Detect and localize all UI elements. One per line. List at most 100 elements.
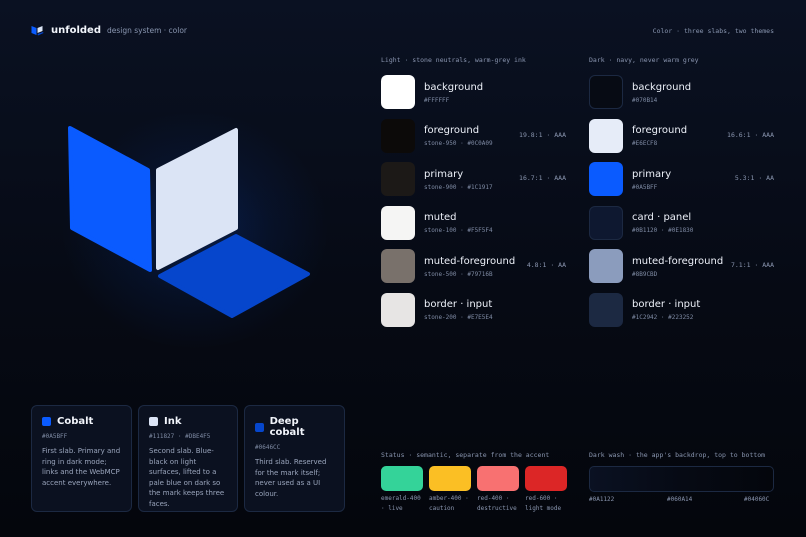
- token-text: foreground stone-950 · #0C0A09: [424, 124, 493, 147]
- token-name: foreground: [424, 125, 480, 136]
- token-name: primary: [632, 168, 672, 180]
- card-title: Ink: [164, 416, 182, 427]
- wash-stop-label: #0A1122: [589, 496, 615, 503]
- token-name: background: [424, 81, 484, 93]
- color-token-row: border · input stone-200 · #E7E5E4: [381, 292, 566, 327]
- cobalt-slab: [68, 126, 152, 272]
- token-code: #0B1120 · #0E1830: [632, 227, 694, 234]
- color-token-row: primary #0A5BFF 5.3:1 · AA: [589, 162, 774, 196]
- card-code: #0646CC: [255, 444, 281, 451]
- status-label: amber-400 · caution: [429, 495, 469, 512]
- card-code: #0A5BFF: [42, 433, 68, 440]
- color-swatch: [381, 205, 415, 240]
- token-code: #0A5BFF: [632, 183, 658, 191]
- dark-wash-gradient: [589, 466, 774, 492]
- color-swatch: [381, 118, 415, 153]
- brand: unfolded design system · color: [31, 24, 187, 37]
- cobalt-swatch-dot: [42, 417, 51, 426]
- card-deep-cobalt: Deep cobalt #0646CC Third slab. Reserved…: [244, 405, 345, 512]
- token-code: #FFFFFF: [424, 96, 450, 104]
- token-text: background #070B14: [632, 81, 691, 104]
- contrast-ratio: 4.8:1 · AA: [526, 261, 566, 269]
- token-code: stone-950 · #0C0A09: [424, 140, 493, 147]
- contrast-ratio: 19.8:1 · AAA: [519, 130, 566, 139]
- status-swatch-red-600: [525, 466, 567, 491]
- dark-column-title: Dark · navy, never warm grey: [589, 56, 699, 64]
- ink-swatch-dot: [149, 417, 158, 426]
- token-name: primary: [424, 168, 464, 180]
- token-text: primary stone-900 · #1C1917: [424, 168, 493, 191]
- wash-stop-label: #060A14: [667, 496, 693, 503]
- status-label: red-400 · destructive: [477, 495, 517, 512]
- color-token-row: background #FFFFFF: [381, 75, 566, 109]
- status-label: red-600 · light mode: [525, 495, 562, 512]
- token-name: card · panel: [632, 212, 692, 223]
- light-column-title: Light · stone neutrals, warm-grey ink: [381, 56, 526, 64]
- token-code: #E6ECF8: [632, 140, 658, 147]
- wash-title: Dark wash · the app's backdrop, top to b…: [589, 451, 766, 459]
- contrast-ratio: 7.1:1 · AAA: [730, 261, 774, 269]
- card-description: First slab. Primary and ring in dark mod…: [42, 447, 121, 487]
- status-swatch-emerald: [381, 466, 423, 491]
- unfolded-hero-mark: [68, 126, 310, 318]
- token-name: border · input: [424, 299, 493, 310]
- card-cobalt: Cobalt #0A5BFF First slab. Primary and r…: [31, 405, 132, 512]
- card-ink: Ink #111827 · #DBE4F5 Second slab. Blue-…: [138, 405, 238, 512]
- contrast-ratio: 5.3:1 · AA: [734, 174, 774, 182]
- status-title: Status · semantic, separate from the acc…: [381, 451, 550, 459]
- unfolded-logo-icon: [31, 26, 44, 36]
- color-token-row: muted-foreground #8B9CBD 7.1:1 · AAA: [589, 249, 774, 283]
- contrast-ratio: 16.7:1 · AAA: [519, 174, 566, 182]
- color-token-row: foreground #E6ECF8 16.6:1 · AAA: [589, 118, 774, 153]
- token-name: border · input: [632, 299, 701, 310]
- token-text: border · input stone-200 · #E7E5E4: [424, 298, 493, 321]
- token-code: stone-200 · #E7E5E4: [424, 314, 493, 321]
- card-code: #111827 · #DBE4F5: [149, 433, 211, 440]
- token-code: #8B9CBD: [632, 270, 658, 278]
- status-label: emerald-400 · live: [381, 495, 421, 512]
- page-caption: Color · three slabs, two themes: [652, 27, 774, 35]
- token-text: primary #0A5BFF: [632, 168, 671, 191]
- token-text: border · input #1C2942 · #223252: [632, 298, 700, 321]
- token-code: stone-900 · #1C1917: [424, 183, 493, 191]
- color-swatch: [589, 292, 623, 327]
- color-token-row: primary stone-900 · #1C1917 16.7:1 · AAA: [381, 162, 566, 196]
- token-name: muted-foreground: [632, 255, 724, 267]
- token-code: #1C2942 · #223252: [632, 314, 694, 321]
- brand-name: unfolded: [51, 25, 101, 36]
- color-token-row: card · panel #0B1120 · #0E1830: [589, 205, 774, 240]
- color-swatch: [589, 205, 623, 240]
- color-token-row: muted-foreground stone-500 · #79716B 4.8:1…: [381, 249, 566, 283]
- card-description: Third slab. Reserved for the mark itself…: [255, 458, 327, 498]
- color-swatch: [589, 162, 623, 196]
- color-token-row: foreground stone-950 · #0C0A09 19.8:1 · AA…: [381, 118, 566, 153]
- token-text: foreground #E6ECF8: [632, 124, 687, 147]
- color-token-row: muted stone-100 · #F5F5F4: [381, 205, 566, 240]
- token-code: #070B14: [632, 96, 658, 104]
- status-swatch-amber: [429, 466, 471, 491]
- color-swatch: [589, 75, 623, 109]
- token-name: foreground: [632, 125, 688, 136]
- token-text: muted-foreground #8B9CBD: [632, 255, 723, 278]
- token-code: stone-500 · #79716B: [424, 270, 493, 278]
- color-swatch: [381, 162, 415, 196]
- wash-stop-label: #04060C: [744, 496, 770, 503]
- color-swatch: [589, 249, 623, 283]
- card-title: Deep cobalt: [269, 416, 305, 438]
- color-swatch: [589, 118, 623, 153]
- deep-cobalt-swatch-dot: [255, 422, 264, 432]
- card-title: Cobalt: [57, 416, 94, 427]
- token-code: stone-100 · #F5F5F4: [424, 227, 493, 234]
- token-name: background: [632, 81, 692, 93]
- color-swatch: [381, 292, 415, 327]
- contrast-ratio: 16.6:1 · AAA: [727, 130, 774, 139]
- brand-subtitle: design system · color: [107, 26, 187, 35]
- color-swatch: [381, 249, 415, 283]
- status-swatch-red-400: [477, 466, 519, 491]
- token-name: muted-foreground: [424, 255, 516, 267]
- color-token-row: border · input #1C2942 · #223252: [589, 292, 774, 327]
- color-swatch: [381, 75, 415, 109]
- token-text: muted-foreground stone-500 · #79716B: [424, 255, 515, 278]
- card-description: Second slab. Blue-black on light surface…: [149, 447, 225, 508]
- token-text: background #FFFFFF: [424, 81, 483, 104]
